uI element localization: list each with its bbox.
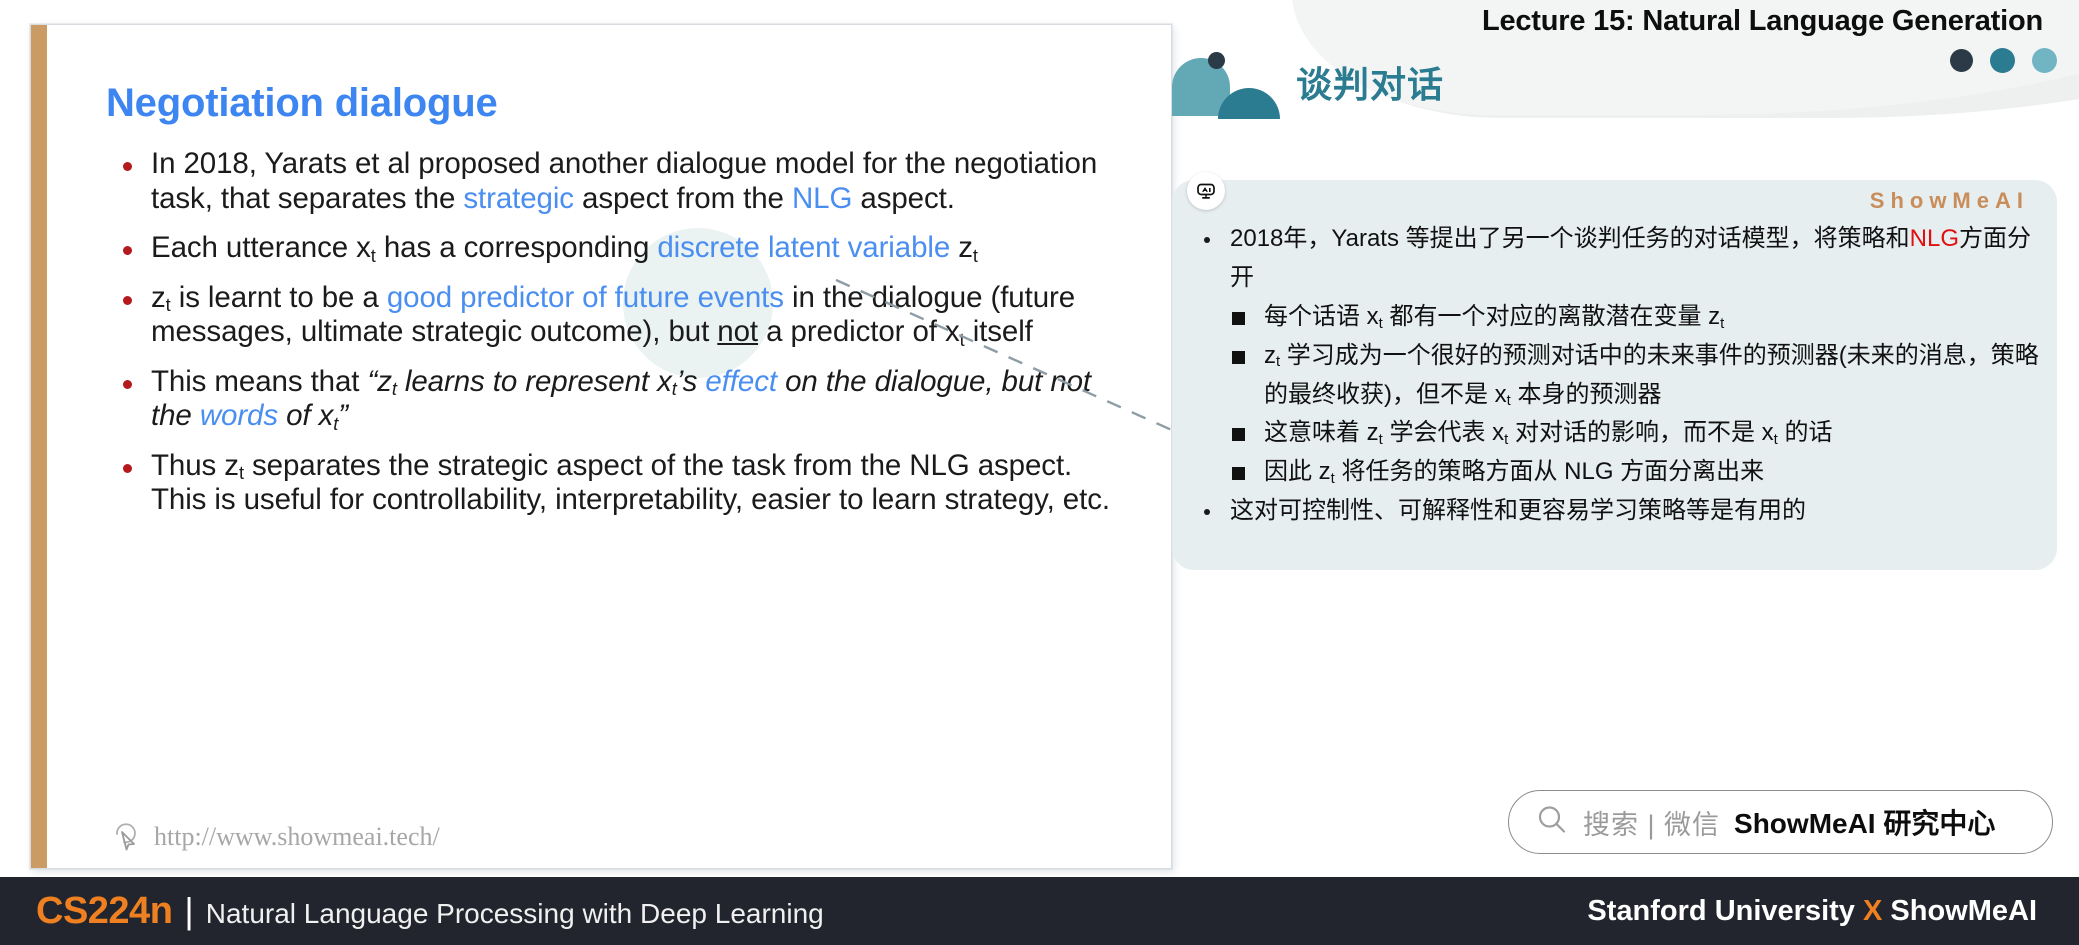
magnifier-icon (1535, 803, 1569, 842)
header-dot-2-icon (1990, 48, 2015, 73)
text-run: effect (705, 364, 777, 398)
header-dot-1-icon (1950, 49, 1973, 72)
footer-bar: CS224n | Natural Language Processing wit… (0, 877, 2079, 945)
text-run: 本身的预测器 (1510, 380, 1662, 408)
text-run: good predictor of future events (386, 280, 784, 314)
footer-org-right: ShowMeAI (1882, 894, 2037, 927)
note-item-level2: 每个话语 xt 都有一个对应的离散潜在变量 zt (1186, 298, 2039, 337)
showmeai-mark-icon (1172, 48, 1302, 119)
text-run: itself (964, 315, 1033, 348)
slide-bullet-list: In 2018, Yarats et al proposed another d… (109, 147, 1119, 533)
text-run: z (950, 231, 973, 264)
text-run: t (391, 378, 397, 400)
text-run: t (972, 244, 978, 266)
text-run: NLG (791, 181, 853, 215)
text-run: Thus z (151, 448, 239, 482)
text-run: t (370, 244, 376, 266)
text-run: aspect from the (573, 181, 792, 215)
text-run: t (671, 378, 677, 400)
slide-bullet: zt is learnt to be a good predictor of f… (109, 281, 1119, 350)
text-run: t (1720, 315, 1725, 332)
watermark: http://www.showmeai.tech/ (111, 821, 440, 852)
text-run: ’s (676, 364, 706, 398)
brand-label: ShowMeAI (1869, 188, 2029, 213)
text-run: “z (367, 364, 392, 398)
text-run: strategic (463, 181, 574, 215)
note-item-level1: 2018年，Yarats 等提出了另一个谈判任务的对话模型，将策略和NLG方面分… (1186, 220, 2039, 298)
slide-accent-bar (31, 25, 47, 868)
text-run: 这对可控制性、可解释性和更容易学习策略等是有用的 (1230, 497, 1806, 525)
text-run: NLG (1909, 225, 1959, 252)
watermark-url: http://www.showmeai.tech/ (154, 821, 440, 851)
text-run: t (165, 294, 171, 316)
note-item-level2: zt 学习成为一个很好的预测对话中的未来事件的预测器(未来的消息，策略的最终收获… (1186, 337, 2039, 415)
text-run: 学会代表 x (1382, 419, 1505, 447)
lecture-slide: Negotiation dialogue In 2018, Yarats et … (30, 24, 1172, 869)
text-run: 将任务的策略方面从 NLG 方面分离出来 (1334, 458, 1765, 486)
footer-separator: | (184, 889, 194, 931)
text-run: 2018年，Yarats 等提出了另一个谈判任务的对话模型，将策略和 (1230, 225, 1910, 252)
text-run: 对对话的影响，而不是 x (1508, 419, 1774, 447)
text-run: 的话 (1777, 419, 1833, 447)
ai-robot-badge-icon (1187, 172, 1225, 210)
footer-x: X (1862, 894, 1883, 927)
course-code: CS224n (36, 889, 173, 932)
slide-bullet: Each utterance xt has a corresponding di… (109, 231, 1119, 266)
cursor-pointer-icon (111, 821, 142, 852)
mark-dot-shape (1208, 52, 1225, 69)
text-run: t (1504, 432, 1509, 449)
footer-org-left: Stanford University (1587, 894, 1863, 927)
lecture-title: Lecture 15: Natural Language Generation (1481, 5, 2043, 37)
text-run: t (238, 462, 244, 484)
text-run: t (333, 412, 339, 434)
header-dots (1950, 48, 2057, 73)
footer-left: CS224n | Natural Language Processing wit… (36, 890, 824, 933)
text-run: words (199, 399, 279, 432)
header-dot-3-icon (2032, 48, 2057, 73)
note-item-level2: 这意味着 zt 学会代表 xt 对对话的影响，而不是 xt 的话 (1186, 414, 2039, 453)
text-run: is learnt to be a (170, 280, 387, 314)
text-run: t (1330, 471, 1335, 488)
text-run: 都有一个对应的离散潜在变量 z (1382, 302, 1721, 330)
search-account-name: ShowMeAI 研究中心 (1734, 808, 1996, 839)
search-placeholder: 搜索 | 微信 (1583, 809, 1721, 840)
text-run: of x (278, 399, 334, 432)
notes-card: ShowMeAI 2018年，Yarats 等提出了另一个谈判任务的对话模型，将… (1172, 172, 2057, 570)
text-run: t (1378, 315, 1383, 332)
text-run: has a corresponding (375, 231, 658, 264)
text-run: t (1506, 393, 1511, 410)
slide-title: Negotiation dialogue (106, 81, 498, 125)
text-run: discrete latent variable (657, 231, 951, 264)
text-run: z (151, 280, 166, 314)
text-run: t (1378, 432, 1383, 449)
text-run: t (1276, 354, 1281, 371)
text-run: 每个话语 x (1264, 302, 1379, 330)
translation-panel: Lecture 15: Natural Language Generation … (1172, 0, 2079, 880)
text-run: t (959, 328, 965, 350)
text-run: 这意味着 z (1264, 419, 1379, 447)
slide-canvas: Negotiation dialogue In 2018, Yarats et … (0, 0, 2079, 945)
text-run: This means that (151, 364, 368, 398)
text-run: separates the strategic aspect of the ta… (151, 448, 1110, 517)
text-run: not (717, 315, 759, 348)
slide-bullet: This means that “zt learns to represent … (109, 365, 1119, 434)
slide-bullet: Thus zt separates the strategic aspect o… (109, 449, 1119, 518)
note-item-level2: 因此 zt 将任务的策略方面从 NLG 方面分离出来 (1186, 453, 2039, 492)
text-run: t (1773, 432, 1778, 449)
text-run: 因此 z (1264, 458, 1331, 486)
notes-body: 2018年，Yarats 等提出了另一个谈判任务的对话模型，将策略和NLG方面分… (1186, 220, 2039, 531)
text-run: Each utterance x (151, 231, 371, 264)
note-item-level1: 这对可控制性、可解释性和更容易学习策略等是有用的 (1186, 492, 2039, 531)
text-run: ” (338, 399, 348, 432)
course-name: Natural Language Processing with Deep Le… (205, 897, 824, 929)
text-run: z (1264, 341, 1276, 369)
search-bar[interactable]: 搜索 | 微信 ShowMeAI 研究中心 (1508, 790, 2053, 854)
text-run: aspect. (852, 181, 955, 215)
slide-bullet: In 2018, Yarats et al proposed another d… (109, 147, 1119, 216)
text-run: a predictor of x (758, 315, 960, 348)
section-title-cn: 谈判对话 (1296, 64, 1445, 105)
footer-right: Stanford University X ShowMeAI (1587, 895, 2037, 928)
text-run: learns to represent x (396, 364, 672, 398)
